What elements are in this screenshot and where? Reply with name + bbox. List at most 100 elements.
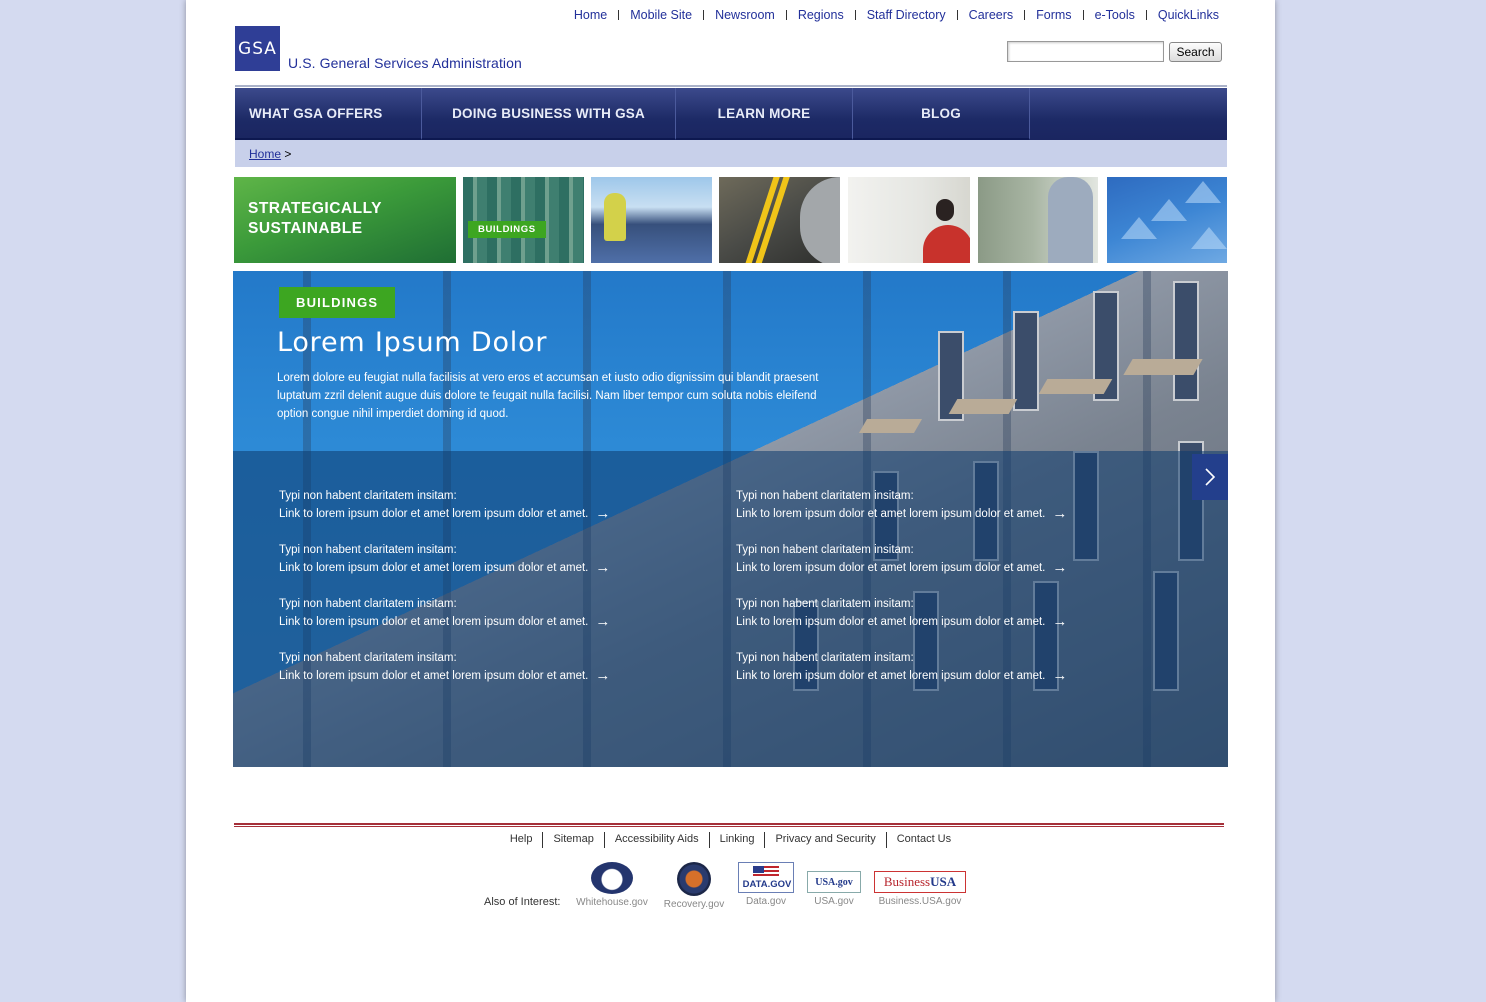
nav-learn-more[interactable]: LEARN MORE bbox=[676, 88, 853, 140]
arrow-right-icon: → bbox=[1052, 613, 1068, 630]
usagov-link[interactable]: USA.gov USA.gov bbox=[806, 871, 862, 907]
separator bbox=[1082, 10, 1084, 20]
separator bbox=[854, 10, 856, 20]
whitehouse-seal-icon bbox=[591, 862, 633, 894]
toplink-regions[interactable]: Regions bbox=[798, 8, 844, 22]
red-chair bbox=[923, 225, 970, 263]
arrow-right-icon: → bbox=[1052, 667, 1068, 684]
businessusa-logo-business: Business bbox=[883, 874, 931, 889]
whitehouse-label: Whitehouse.gov bbox=[576, 897, 648, 908]
toplink-staff-directory[interactable]: Staff Directory bbox=[867, 8, 946, 22]
breadcrumb-home[interactable]: Home bbox=[249, 147, 281, 161]
whitehouse-link[interactable]: Whitehouse.gov bbox=[576, 862, 648, 908]
separator bbox=[618, 10, 620, 20]
search-button[interactable]: Search bbox=[1169, 41, 1222, 62]
usagov-logo: USA.gov bbox=[807, 871, 861, 893]
gsa-logo[interactable]: GSA U.S. General Services Administration bbox=[235, 26, 522, 71]
list-item[interactable]: Typi non habent claritatem insitam: Link … bbox=[736, 595, 1156, 631]
businessusa-link[interactable]: Business USA Business.USA.gov bbox=[873, 871, 967, 907]
thumb-whiteboard[interactable] bbox=[978, 177, 1098, 263]
window-shade bbox=[948, 399, 1018, 414]
footer-divider bbox=[234, 823, 1224, 825]
usagov-label: USA.gov bbox=[814, 896, 854, 907]
list-item[interactable]: Typi non habent claritatem insitam: Link … bbox=[736, 487, 1156, 523]
recovery-link[interactable]: Recovery.gov bbox=[660, 862, 728, 910]
footer-link-contact[interactable]: Contact Us bbox=[887, 833, 961, 848]
separator bbox=[703, 10, 705, 20]
thumb-office[interactable] bbox=[848, 177, 970, 263]
flag-icon bbox=[753, 866, 779, 878]
nav-what-gsa-offers[interactable]: WHAT GSA OFFERS bbox=[235, 88, 422, 140]
nav-doing-business[interactable]: DOING BUSINESS WITH GSA bbox=[422, 88, 676, 140]
window-shade bbox=[1038, 379, 1113, 394]
list-item[interactable]: Typi non habent claritatem insitam: Link … bbox=[736, 649, 1156, 685]
window-shade bbox=[858, 419, 923, 433]
footer-link-help[interactable]: Help bbox=[500, 833, 543, 848]
footer-link-linking[interactable]: Linking bbox=[710, 833, 765, 848]
link-text: Link to lorem ipsum dolor et amet lorem … bbox=[736, 670, 1046, 682]
link-text: Link to lorem ipsum dolor et amet lorem … bbox=[279, 508, 589, 520]
thumb-arrows[interactable] bbox=[1107, 177, 1227, 263]
hero-panel: BUILDINGS Lorem Ipsum Dolor Lorem dolore… bbox=[233, 271, 1228, 767]
datagov-logo: DATA.GOV bbox=[738, 862, 794, 893]
main-nav: WHAT GSA OFFERS DOING BUSINESS WITH GSA … bbox=[235, 88, 1227, 140]
window bbox=[1173, 281, 1199, 401]
arrow-right-icon: → bbox=[595, 559, 611, 576]
businessusa-logo-usa: USA bbox=[930, 874, 957, 889]
link-heading: Typi non habent claritatem insitam: bbox=[736, 598, 914, 610]
breadcrumb: Home > bbox=[235, 140, 1227, 167]
thumb-solar-worker[interactable] bbox=[591, 177, 712, 263]
search-input[interactable] bbox=[1007, 41, 1164, 62]
thumb-badge: BUILDINGS bbox=[468, 221, 546, 238]
nav-divider bbox=[235, 85, 1227, 87]
arrow-right-icon: → bbox=[595, 667, 611, 684]
window-shade bbox=[1123, 359, 1203, 375]
link-heading: Typi non habent claritatem insitam: bbox=[736, 490, 914, 502]
datagov-link[interactable]: DATA.GOV Data.gov bbox=[737, 862, 795, 907]
car-shape bbox=[800, 177, 840, 263]
worker-figure bbox=[604, 193, 626, 241]
list-item[interactable]: Typi non habent claritatem insitam: Link … bbox=[279, 487, 699, 523]
search-form: Search bbox=[1007, 41, 1222, 62]
window bbox=[1013, 311, 1039, 411]
page-sheet: Home Mobile Site Newsroom Regions Staff … bbox=[186, 0, 1275, 1002]
next-slide-button[interactable] bbox=[1192, 454, 1228, 500]
also-of-interest-label: Also of Interest: bbox=[484, 896, 561, 908]
toplink-home[interactable]: Home bbox=[574, 8, 607, 22]
link-text: Link to lorem ipsum dolor et amet lorem … bbox=[279, 562, 589, 574]
link-text: Link to lorem ipsum dolor et amet lorem … bbox=[736, 616, 1046, 628]
toplink-newsroom[interactable]: Newsroom bbox=[715, 8, 775, 22]
list-item[interactable]: Typi non habent claritatem insitam: Link … bbox=[279, 541, 699, 577]
gsa-logo-name: U.S. General Services Administration bbox=[288, 55, 522, 71]
footer-link-privacy[interactable]: Privacy and Security bbox=[765, 833, 885, 848]
thumb-road[interactable] bbox=[719, 177, 840, 263]
chevron-right-icon bbox=[1205, 468, 1216, 486]
arrow-up-icon bbox=[1185, 181, 1221, 203]
nav-blog[interactable]: BLOG bbox=[853, 88, 1030, 140]
link-heading: Typi non habent claritatem insitam: bbox=[279, 490, 457, 502]
thumb-strategically-sustainable[interactable]: STRATEGICALLY SUSTAINABLE bbox=[234, 177, 456, 263]
toplink-mobile-site[interactable]: Mobile Site bbox=[630, 8, 692, 22]
page-background: Home Mobile Site Newsroom Regions Staff … bbox=[124, 0, 1350, 1002]
businessusa-label: Business.USA.gov bbox=[878, 896, 962, 907]
separator bbox=[1145, 10, 1147, 20]
thumb-buildings[interactable]: BUILDINGS bbox=[463, 177, 584, 263]
footer-links: Help Sitemap Accessibility Aids Linking … bbox=[186, 832, 1275, 848]
hero-lead: Lorem dolore eu feugiat nulla facilisis … bbox=[277, 372, 819, 420]
utility-links: Home Mobile Site Newsroom Regions Staff … bbox=[574, 8, 1219, 22]
toplink-quicklinks[interactable]: QuickLinks bbox=[1158, 8, 1219, 22]
list-item[interactable]: Typi non habent claritatem insitam: Link … bbox=[279, 649, 699, 685]
toplink-careers[interactable]: Careers bbox=[969, 8, 1013, 22]
hero-category-badge[interactable]: BUILDINGS bbox=[279, 287, 396, 318]
link-heading: Typi non habent claritatem insitam: bbox=[279, 544, 457, 556]
footer-link-accessibility[interactable]: Accessibility Aids bbox=[605, 833, 709, 848]
link-list-right: Typi non habent claritatem insitam: Link … bbox=[736, 487, 1156, 703]
link-heading: Typi non habent claritatem insitam: bbox=[279, 652, 457, 664]
list-item[interactable]: Typi non habent claritatem insitam: Link … bbox=[736, 541, 1156, 577]
list-item[interactable]: Typi non habent claritatem insitam: Link … bbox=[279, 595, 699, 631]
toplink-forms[interactable]: Forms bbox=[1036, 8, 1071, 22]
toplink-e-tools[interactable]: e-Tools bbox=[1095, 8, 1135, 22]
nav-fill bbox=[1030, 88, 1227, 140]
footer-link-sitemap[interactable]: Sitemap bbox=[543, 833, 603, 848]
arrow-right-icon: → bbox=[595, 505, 611, 522]
